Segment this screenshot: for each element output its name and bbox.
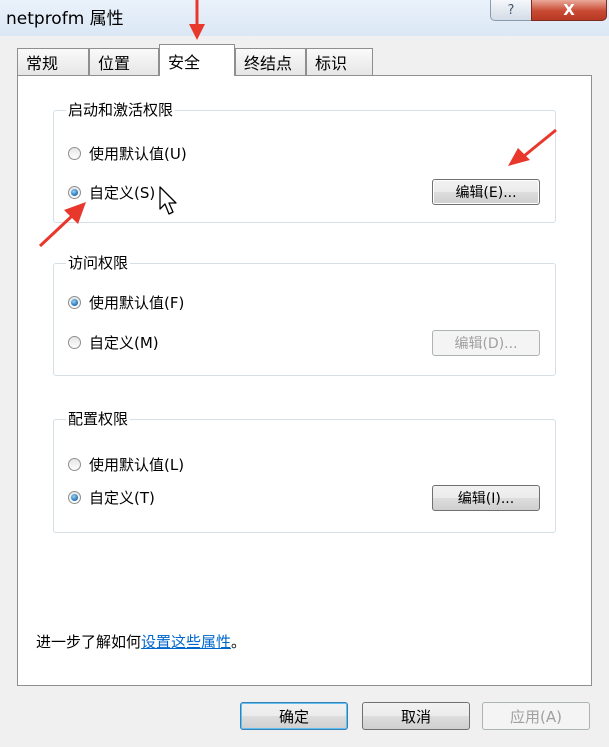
config-edit-button[interactable]: 编辑(I)...: [432, 485, 540, 511]
access-custom-option[interactable]: 自定义(M): [68, 332, 159, 353]
tab-location[interactable]: 位置: [89, 48, 159, 75]
tab-general-label: 常规: [26, 54, 59, 73]
tab-general[interactable]: 常规: [17, 48, 89, 75]
launch-custom-radio[interactable]: [68, 186, 81, 199]
close-button[interactable]: X: [531, 0, 607, 21]
launch-default-radio[interactable]: [68, 147, 81, 160]
launch-permissions-title: 启动和激活权限: [66, 99, 176, 120]
config-permissions-title: 配置权限: [66, 408, 131, 429]
launch-default-label: 使用默认值(U): [89, 145, 187, 163]
access-custom-label: 自定义(M): [89, 334, 159, 352]
properties-dialog: netprofm 属性 ? X 常规 位置 安全 终结点 标识 启动和激活权限 …: [0, 0, 609, 747]
access-edit-button: 编辑(D)...: [432, 330, 540, 356]
access-custom-radio[interactable]: [68, 336, 81, 349]
learn-more-text: 进一步了解如何设置这些属性。: [36, 631, 246, 652]
close-icon: X: [563, 1, 575, 19]
tab-location-label: 位置: [98, 54, 131, 73]
access-permissions-title: 访问权限: [66, 252, 131, 273]
annotation-arrow-icon: [508, 128, 557, 166]
window-title: netprofm 属性: [6, 9, 124, 29]
launch-permissions-group: 启动和激活权限 使用默认值(U) 自定义(S) 编辑(E)...: [53, 99, 556, 223]
config-default-label: 使用默认值(L): [89, 456, 185, 474]
annotation-arrow-icon: [38, 202, 86, 248]
access-permissions-group: 访问权限 使用默认值(F) 自定义(M) 编辑(D)...: [53, 252, 556, 376]
tab-endpoints[interactable]: 终结点: [235, 48, 306, 75]
config-default-option[interactable]: 使用默认值(L): [68, 454, 184, 475]
help-icon: ?: [507, 2, 515, 18]
learn-more-suffix: 。: [231, 633, 247, 651]
config-custom-option[interactable]: 自定义(T): [68, 487, 155, 508]
config-default-radio[interactable]: [68, 458, 81, 471]
tab-security[interactable]: 安全: [159, 44, 235, 76]
access-default-option[interactable]: 使用默认值(F): [68, 292, 184, 313]
tab-security-label: 安全: [168, 52, 201, 72]
mouse-cursor-icon: [159, 186, 177, 215]
learn-more-prefix: 进一步了解如何: [36, 633, 142, 651]
annotation-arrow-icon: [189, 0, 205, 40]
config-custom-radio[interactable]: [68, 491, 81, 504]
tab-endpoints-label: 终结点: [244, 54, 293, 73]
tab-identity-label: 标识: [315, 54, 348, 73]
cancel-button[interactable]: 取消: [362, 702, 470, 730]
config-permissions-group: 配置权限 使用默认值(L) 自定义(T) 编辑(I)...: [53, 408, 556, 533]
access-default-radio[interactable]: [68, 296, 81, 309]
help-button[interactable]: ?: [490, 0, 532, 21]
access-default-label: 使用默认值(F): [89, 294, 185, 312]
launch-custom-label: 自定义(S): [89, 184, 156, 202]
title-bar: netprofm 属性 ? X: [0, 0, 609, 36]
launch-default-option[interactable]: 使用默认值(U): [68, 143, 187, 164]
learn-more-link[interactable]: 设置这些属性: [141, 633, 231, 651]
ok-button[interactable]: 确定: [240, 702, 348, 730]
launch-edit-button[interactable]: 编辑(E)...: [432, 179, 540, 205]
tab-identity[interactable]: 标识: [306, 48, 373, 75]
apply-button: 应用(A): [482, 702, 590, 730]
config-custom-label: 自定义(T): [89, 489, 155, 507]
